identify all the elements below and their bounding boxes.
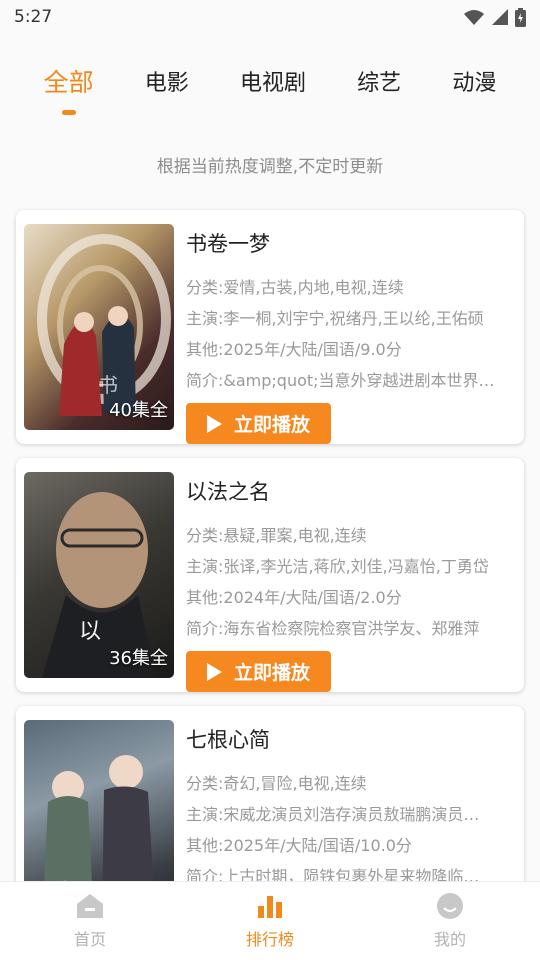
item-title[interactable]: 七根心简: [186, 724, 514, 754]
play-label: 立即播放: [233, 414, 310, 436]
item-info: 以法之名 分类:悬疑,罪案,电视,连续 主演:张译,李光洁,蒋欣,刘佳,冯嘉怡,…: [186, 472, 514, 692]
item-title[interactable]: 书卷一梦: [186, 228, 514, 258]
item-title[interactable]: 以法之名: [186, 476, 514, 506]
item-cast: 主演:宋威龙演员刘浩存演员敖瑞鹏演员…: [186, 805, 480, 824]
ranking-subtitle: 根据当前热度调整,不定时更新: [156, 157, 384, 177]
item-info: 七根心简 分类:奇幻,冒险,电视,连续 主演:宋威龙演员刘浩存演员敖瑞鹏演员… …: [186, 720, 514, 892]
item-intro: 简介:&amp;quot;当意外穿越进剧本世界…: [186, 371, 495, 390]
tab-anime[interactable]: 动漫: [442, 57, 506, 105]
play-icon: [206, 662, 222, 681]
svg-text:以: 以: [79, 619, 101, 644]
tab-variety[interactable]: 综艺: [347, 57, 411, 105]
item-category: 分类:奇幻,冒险,电视,连续: [186, 774, 367, 793]
status-time: 5:27: [14, 7, 53, 27]
nav-home-label: 首页: [73, 930, 106, 949]
nav-profile-label: 我的: [433, 930, 466, 949]
list-item[interactable]: 书 40集全 书卷一梦 分类:爱情,古装,内地,电视,连续 主演:李一桐,刘宇宁…: [16, 210, 524, 444]
item-cast: 主演:张译,李光洁,蒋欣,刘佳,冯嘉怡,丁勇岱: [186, 557, 489, 576]
play-icon: [206, 414, 222, 433]
nav-ranking-label: 排行榜: [245, 930, 294, 949]
item-category: 分类:悬疑,罪案,电视,连续: [186, 526, 367, 545]
wifi-icon: [464, 10, 484, 25]
item-other: 其他:2024年/大陆/国语/2.0分: [186, 588, 402, 607]
item-other: 其他:2025年/大陆/国语/9.0分: [186, 340, 402, 359]
poster-image[interactable]: 书 40集全: [24, 224, 174, 430]
bottom-navigation: 首页 排行榜 我的: [0, 881, 540, 960]
nav-ranking[interactable]: 排行榜: [210, 892, 330, 950]
ranking-list: 书 40集全 书卷一梦 分类:爱情,古装,内地,电视,连续 主演:李一桐,刘宇宁…: [16, 210, 524, 954]
item-info: 书卷一梦 分类:爱情,古装,内地,电视,连续 主演:李一桐,刘宇宁,祝绪丹,王以…: [186, 224, 514, 444]
smiley-icon: [435, 892, 465, 920]
list-item[interactable]: 以 36集全 以法之名 分类:悬疑,罪案,电视,连续 主演:张译,李光洁,蒋欣,…: [16, 458, 524, 692]
item-cast: 主演:李一桐,刘宇宁,祝绪丹,王以纶,王佑硕: [186, 309, 484, 328]
signal-icon: [492, 9, 508, 25]
nav-home[interactable]: 首页: [30, 892, 150, 950]
episode-count: 40集全: [109, 400, 168, 421]
poster-image[interactable]: 以 36集全: [24, 472, 174, 678]
home-icon: [75, 892, 105, 920]
category-tabs: 全部 电影 电视剧 综艺 动漫: [0, 46, 540, 116]
status-icons: [463, 7, 526, 27]
tab-tv-series[interactable]: 电视剧: [230, 57, 316, 105]
tab-movies[interactable]: 电影: [135, 57, 199, 105]
play-now-button[interactable]: 立即播放: [186, 651, 331, 692]
item-other: 其他:2025年/大陆/国语/10.0分: [186, 836, 412, 855]
chart-bar-icon: [255, 892, 285, 920]
episode-count: 36集全: [109, 648, 168, 669]
play-now-button[interactable]: 立即播放: [186, 403, 331, 444]
status-bar: 5:27: [0, 0, 540, 34]
battery-icon: [515, 7, 526, 27]
item-intro: 简介:海东省检察院检察官洪学友、郑雅萍: [186, 619, 480, 638]
tab-all[interactable]: 全部: [34, 55, 104, 107]
item-category: 分类:爱情,古装,内地,电视,连续: [186, 278, 404, 297]
svg-text:书: 书: [98, 373, 118, 397]
nav-profile[interactable]: 我的: [390, 892, 510, 950]
play-label: 立即播放: [233, 662, 310, 684]
